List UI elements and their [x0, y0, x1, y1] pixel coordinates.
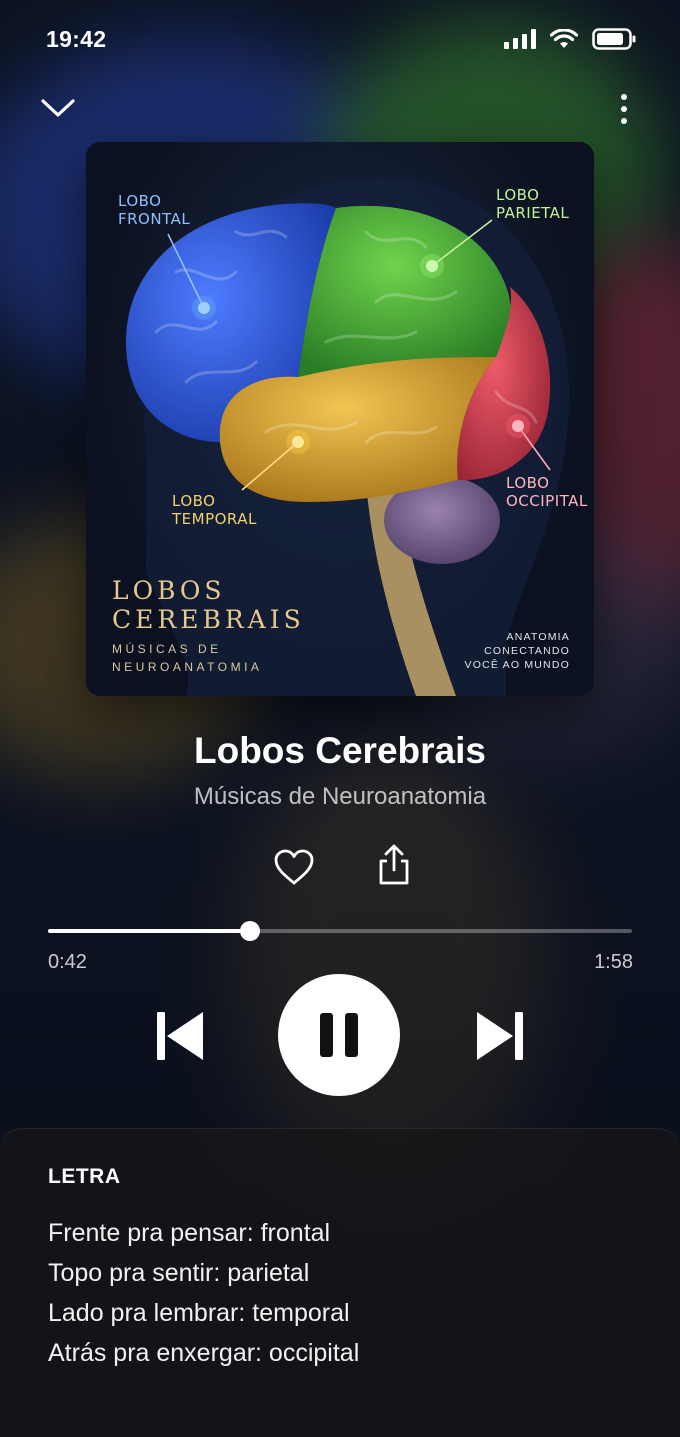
share-button[interactable] — [376, 844, 412, 891]
previous-button[interactable] — [154, 1010, 206, 1067]
more-vertical-icon — [621, 94, 627, 124]
next-button[interactable] — [474, 1010, 526, 1067]
more-options-button[interactable] — [612, 92, 636, 133]
pause-icon — [320, 1013, 358, 1057]
battery-icon — [592, 28, 636, 50]
cover-tagline: ANATOMIA CONECTANDO VOCÊ AO MUNDO — [465, 630, 570, 672]
progress-fill — [48, 929, 251, 933]
lyrics-lines: Frente pra pensar: frontal Topo pra sent… — [48, 1213, 359, 1373]
label-parietal: LOBO PARIETAL — [496, 186, 569, 222]
wifi-icon — [550, 29, 578, 48]
pause-button[interactable] — [278, 974, 400, 1096]
label-temporal-line1: LOBO — [172, 492, 216, 510]
cover-tagline-line3: VOCÊ AO MUNDO — [464, 659, 570, 671]
cover-title-line1: LOBOS — [112, 576, 226, 605]
like-button[interactable] — [273, 848, 315, 891]
label-parietal-line2: PARIETAL — [496, 204, 570, 222]
lyric-line: Frente pra pensar: frontal — [48, 1219, 331, 1247]
album-cover: LOBO FRONTAL LOBO PARIETAL LOBO TEMPORAL… — [86, 142, 594, 696]
track-artist[interactable]: Músicas de Neuroanatomia — [0, 783, 680, 811]
lyrics-panel[interactable]: LETRA Frente pra pensar: frontal Topo pr… — [0, 1128, 680, 1437]
cover-subtitle-line1: MÚSICAS DE — [112, 642, 222, 656]
progress-knob[interactable] — [240, 921, 261, 941]
cover-tagline-line1: ANATOMIA — [506, 631, 570, 643]
cover-subtitle: MÚSICAS DE NEUROANATOMIA — [112, 640, 262, 676]
label-occipital: LOBO OCCIPITAL — [506, 474, 588, 510]
lyric-line: Topo pra sentir: parietal — [48, 1259, 310, 1287]
label-frontal: LOBO FRONTAL — [118, 192, 190, 228]
collapse-button[interactable] — [40, 94, 76, 127]
cover-title: LOBOS CEREBRAIS — [112, 576, 305, 634]
skip-next-icon — [477, 1012, 523, 1060]
cover-title-line2: CEREBRAIS — [112, 605, 305, 634]
label-temporal-line2: TEMPORAL — [172, 510, 257, 528]
heart-icon — [274, 849, 314, 885]
label-parietal-line1: LOBO — [496, 186, 540, 204]
status-time: 19:42 — [46, 26, 107, 52]
label-frontal-line2: FRONTAL — [118, 210, 191, 228]
lyric-line: Atrás pra enxergar: occipital — [48, 1339, 360, 1367]
track-title: Lobos Cerebrais — [194, 730, 486, 771]
progress-bar[interactable] — [48, 921, 632, 941]
signal-icon — [504, 29, 536, 49]
lyric-line: Lado pra lembrar: temporal — [48, 1299, 350, 1327]
label-occipital-line2: OCCIPITAL — [506, 492, 588, 510]
label-occipital-line1: LOBO — [506, 474, 550, 492]
share-icon — [379, 844, 409, 885]
current-time: 0:42 — [48, 951, 87, 973]
label-temporal: LOBO TEMPORAL — [172, 492, 257, 528]
status-bar: 19:42 — [0, 0, 680, 80]
cover-tagline-line2: CONECTANDO — [484, 645, 570, 657]
cover-subtitle-line2: NEUROANATOMIA — [112, 660, 263, 674]
total-time: 1:58 — [594, 951, 633, 973]
chevron-down-icon — [41, 99, 75, 117]
skip-previous-icon — [157, 1012, 203, 1060]
lyrics-heading: LETRA — [48, 1165, 121, 1188]
label-frontal-line1: LOBO — [118, 192, 162, 210]
